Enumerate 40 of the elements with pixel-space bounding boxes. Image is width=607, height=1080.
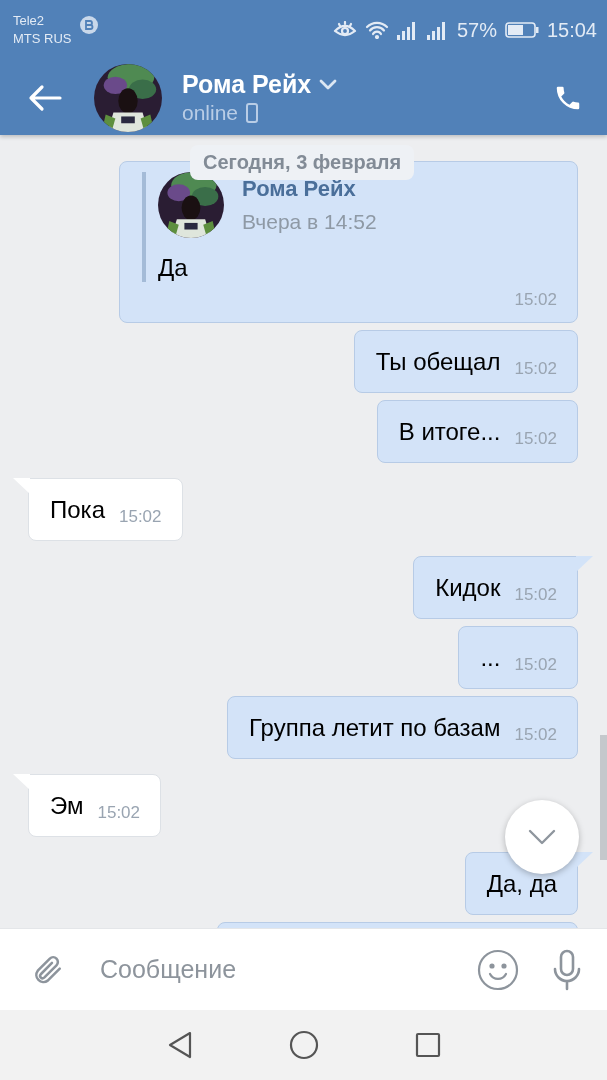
battery-icon [504,22,539,38]
back-button[interactable] [28,83,62,112]
chevron-down-icon [527,828,557,846]
emoji-button[interactable] [477,948,519,991]
message-text: Да, да [486,869,557,898]
phone-device-icon [246,103,259,123]
recents-button[interactable] [414,1032,441,1058]
battery-percent: 57% [456,18,497,42]
app-notification-icon [79,16,98,34]
message-text: Кидок [435,573,501,602]
carrier-name: MTS RUS [13,30,72,48]
chevron-down-icon[interactable] [319,78,338,91]
message-time: 15:02 [514,584,557,605]
message-text: Да [158,254,189,282]
home-button[interactable] [288,1030,319,1060]
scrollbar[interactable] [600,735,607,860]
message-time: 15:02 [514,290,557,310]
message-time: 15:02 [514,358,557,379]
message-text: Пока [50,495,105,524]
contact-name[interactable]: Рома Рейх [182,70,312,99]
message-text: Группа летит по базам [248,713,501,742]
message-time: 15:02 [514,654,557,675]
message-date: Вчера в 14:52 [242,210,377,234]
message-text: В итоге... [398,417,501,446]
message-time: 15:02 [514,724,557,745]
message-time: 15:02 [97,802,141,823]
message-text: Ты обещал [375,347,501,376]
clock: 15:04 [546,18,597,42]
scroll-down-button[interactable] [505,800,579,874]
wifi-icon [364,21,389,39]
carrier-name: Tele2 [13,12,46,30]
message-time: 15:02 [514,428,557,449]
message-text: ... [480,643,501,672]
microphone-button[interactable] [551,948,583,991]
back-nav-button[interactable] [166,1031,193,1059]
message-text: Эм [50,791,84,820]
online-status: online [182,101,239,125]
eye-icon [332,21,357,39]
date-label: Сегодня, 3 февраля [190,145,415,180]
message-time: 15:02 [119,506,162,527]
